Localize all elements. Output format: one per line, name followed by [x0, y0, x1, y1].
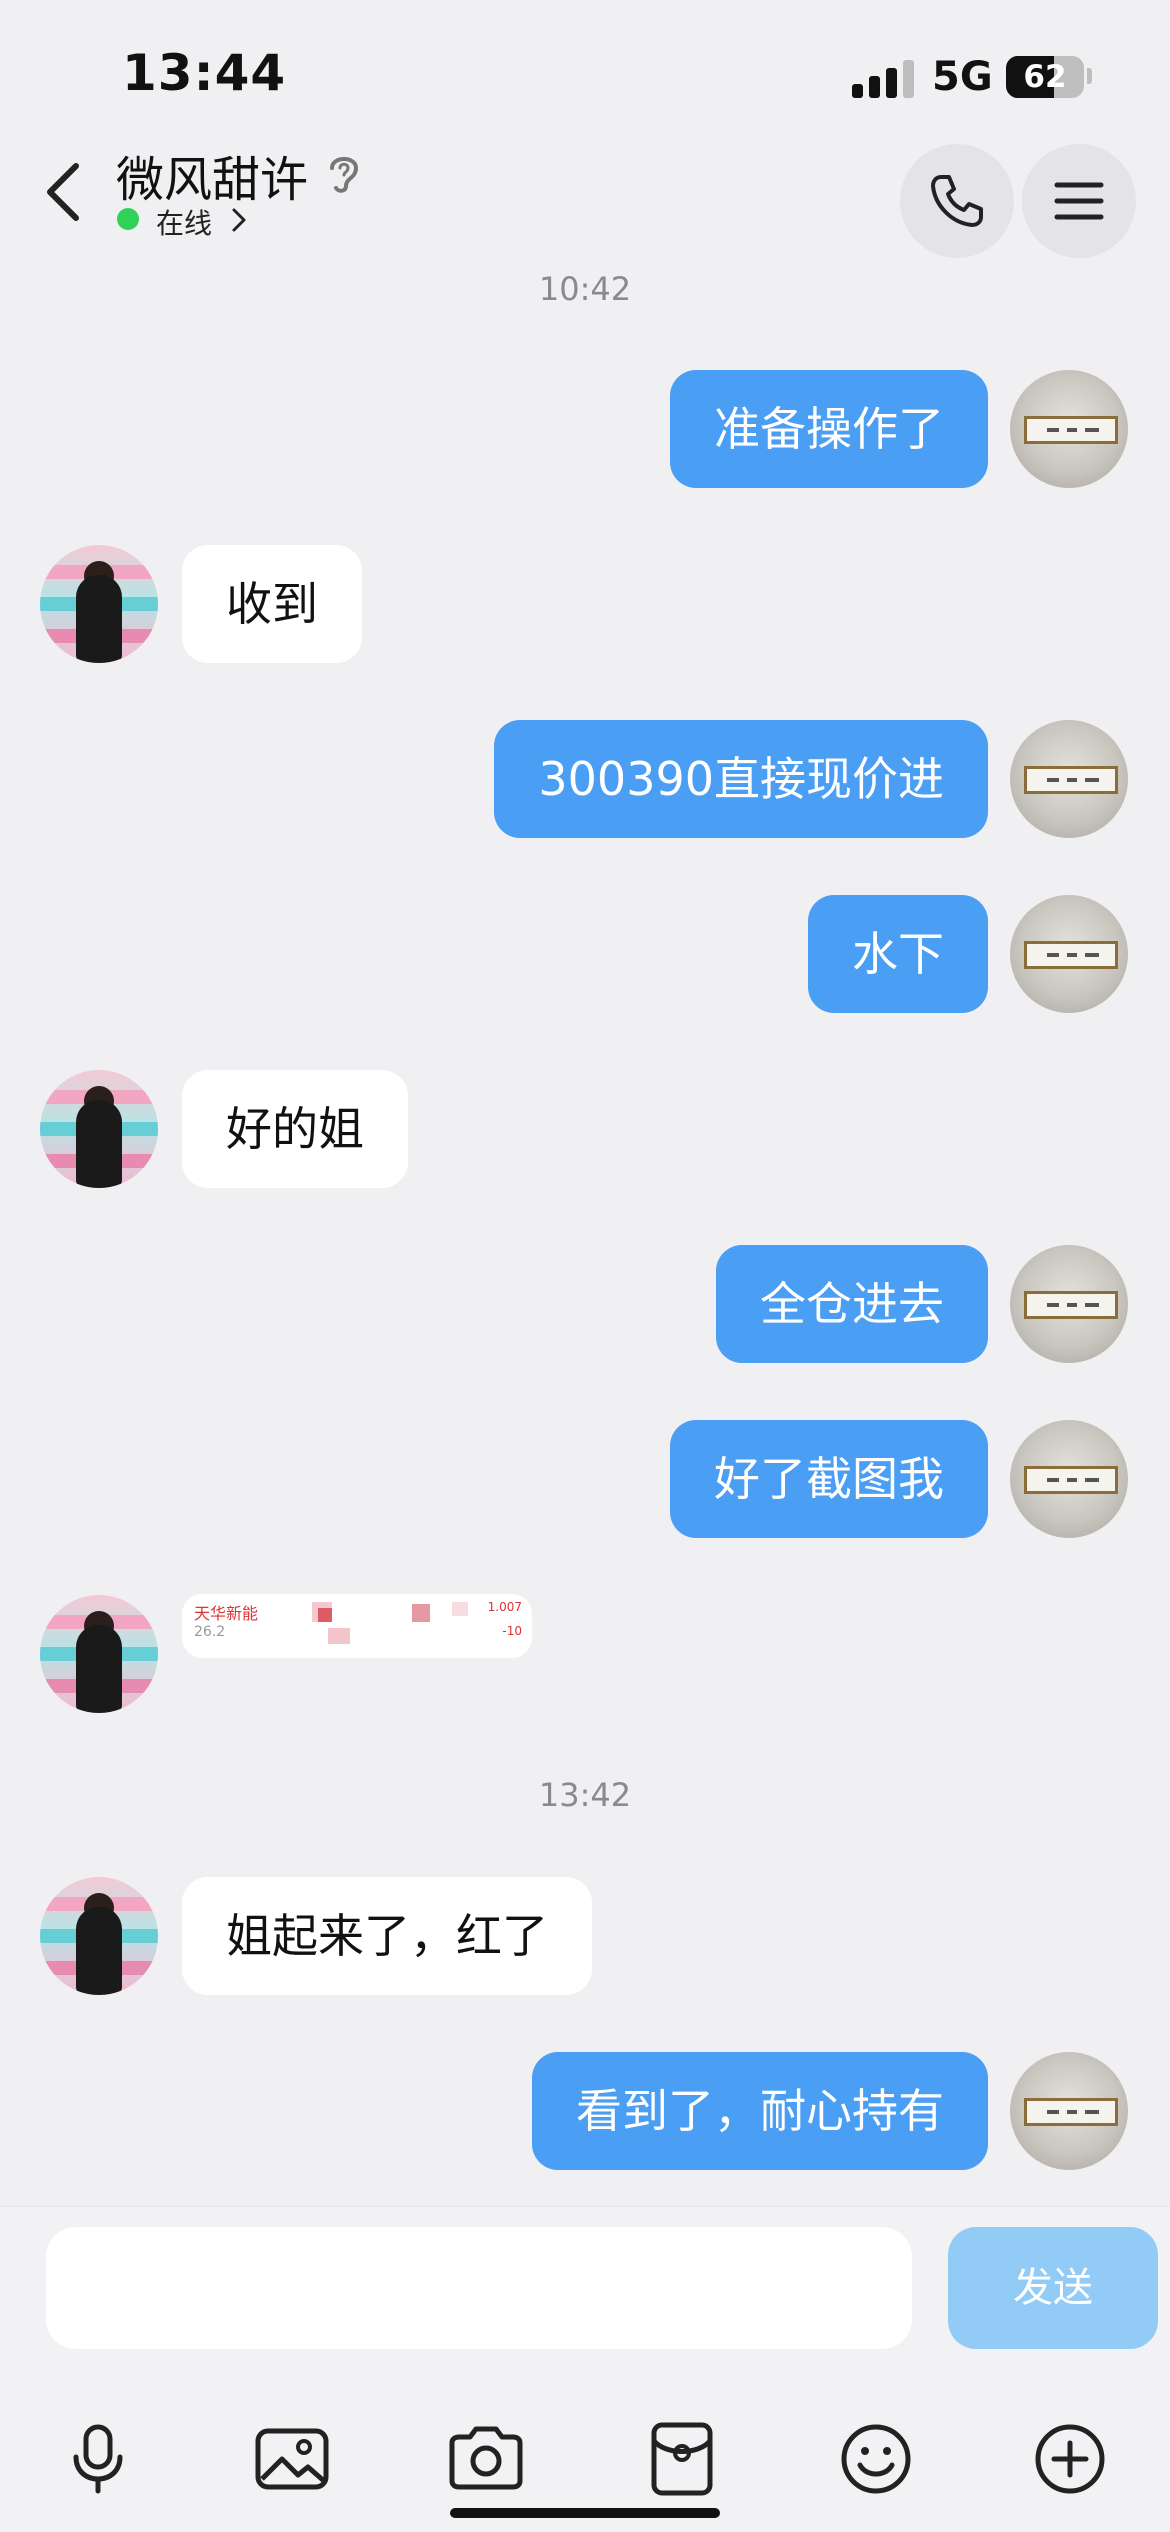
camera-icon[interactable]: [446, 2419, 526, 2499]
pixelated-block: [452, 1602, 468, 1616]
incoming-message[interactable]: 好的姐: [182, 1070, 408, 1188]
network-type: 5G: [932, 54, 993, 100]
chevron-right-icon[interactable]: [228, 206, 250, 234]
phone-icon: [931, 175, 983, 227]
contact-avatar[interactable]: [40, 545, 158, 663]
plus-icon[interactable]: [1030, 2419, 1110, 2499]
chevron-left-icon: [47, 163, 79, 221]
back-button[interactable]: [38, 156, 94, 228]
status-bar: 13:44 5G 62: [0, 0, 1170, 140]
image-text: 天华新能: [194, 1604, 259, 1623]
battery-percent: 62: [1023, 59, 1067, 95]
online-status[interactable]: 在线: [156, 202, 212, 242]
my-avatar[interactable]: [1010, 2052, 1128, 2170]
pixelated-block: [328, 1628, 350, 1644]
pixelated-block: [318, 1608, 332, 1622]
contact-avatar[interactable]: [40, 1595, 158, 1713]
red-packet-icon[interactable]: [642, 2419, 722, 2499]
outgoing-message[interactable]: 全仓进去: [716, 1245, 988, 1363]
menu-icon: [1054, 182, 1104, 220]
online-dot: [117, 208, 139, 230]
pixelated-block: [412, 1604, 430, 1622]
battery-icon: 62: [1006, 56, 1084, 98]
my-avatar[interactable]: [1010, 1245, 1128, 1363]
chat-header: 微风甜许 在线: [0, 140, 1170, 260]
contact-name[interactable]: 微风甜许: [116, 140, 308, 210]
contact-avatar[interactable]: [40, 1070, 158, 1188]
my-avatar[interactable]: [1010, 895, 1128, 1013]
message-input[interactable]: [46, 2227, 912, 2349]
outgoing-message[interactable]: 300390直接现价进: [494, 720, 988, 838]
message-timestamp: 13:42: [538, 1776, 632, 1814]
image-text: 1.007: [487, 1600, 522, 1614]
composer: 发送: [0, 2206, 1170, 2532]
image-text: 26.2: [194, 1624, 226, 1640]
outgoing-message[interactable]: 水下: [808, 895, 988, 1013]
outgoing-message[interactable]: 准备操作了: [670, 370, 988, 488]
ear-icon[interactable]: [324, 150, 364, 196]
outgoing-message[interactable]: 好了截图我: [670, 1420, 988, 1538]
incoming-message[interactable]: 收到: [182, 545, 362, 663]
status-time: 13:44: [122, 44, 287, 102]
my-avatar[interactable]: [1010, 370, 1128, 488]
emoji-icon[interactable]: [836, 2419, 916, 2499]
send-button[interactable]: 发送: [948, 2227, 1158, 2349]
microphone-icon[interactable]: [58, 2419, 138, 2499]
message-timestamp: 10:42: [538, 270, 632, 308]
my-avatar[interactable]: [1010, 1420, 1128, 1538]
incoming-message[interactable]: 姐起来了，红了: [182, 1877, 592, 1995]
outgoing-message[interactable]: 看到了，耐心持有: [532, 2052, 988, 2170]
image-icon[interactable]: [252, 2419, 332, 2499]
home-indicator: [450, 2508, 720, 2518]
image-message[interactable]: 天华新能 26.2 1.007 -10: [182, 1594, 532, 1658]
contact-avatar[interactable]: [40, 1877, 158, 1995]
call-button[interactable]: [900, 144, 1014, 258]
my-avatar[interactable]: [1010, 720, 1128, 838]
menu-button[interactable]: [1022, 144, 1136, 258]
battery-tip: [1087, 68, 1092, 84]
image-text: -10: [502, 1624, 522, 1638]
cellular-signal-icon: [852, 58, 916, 98]
